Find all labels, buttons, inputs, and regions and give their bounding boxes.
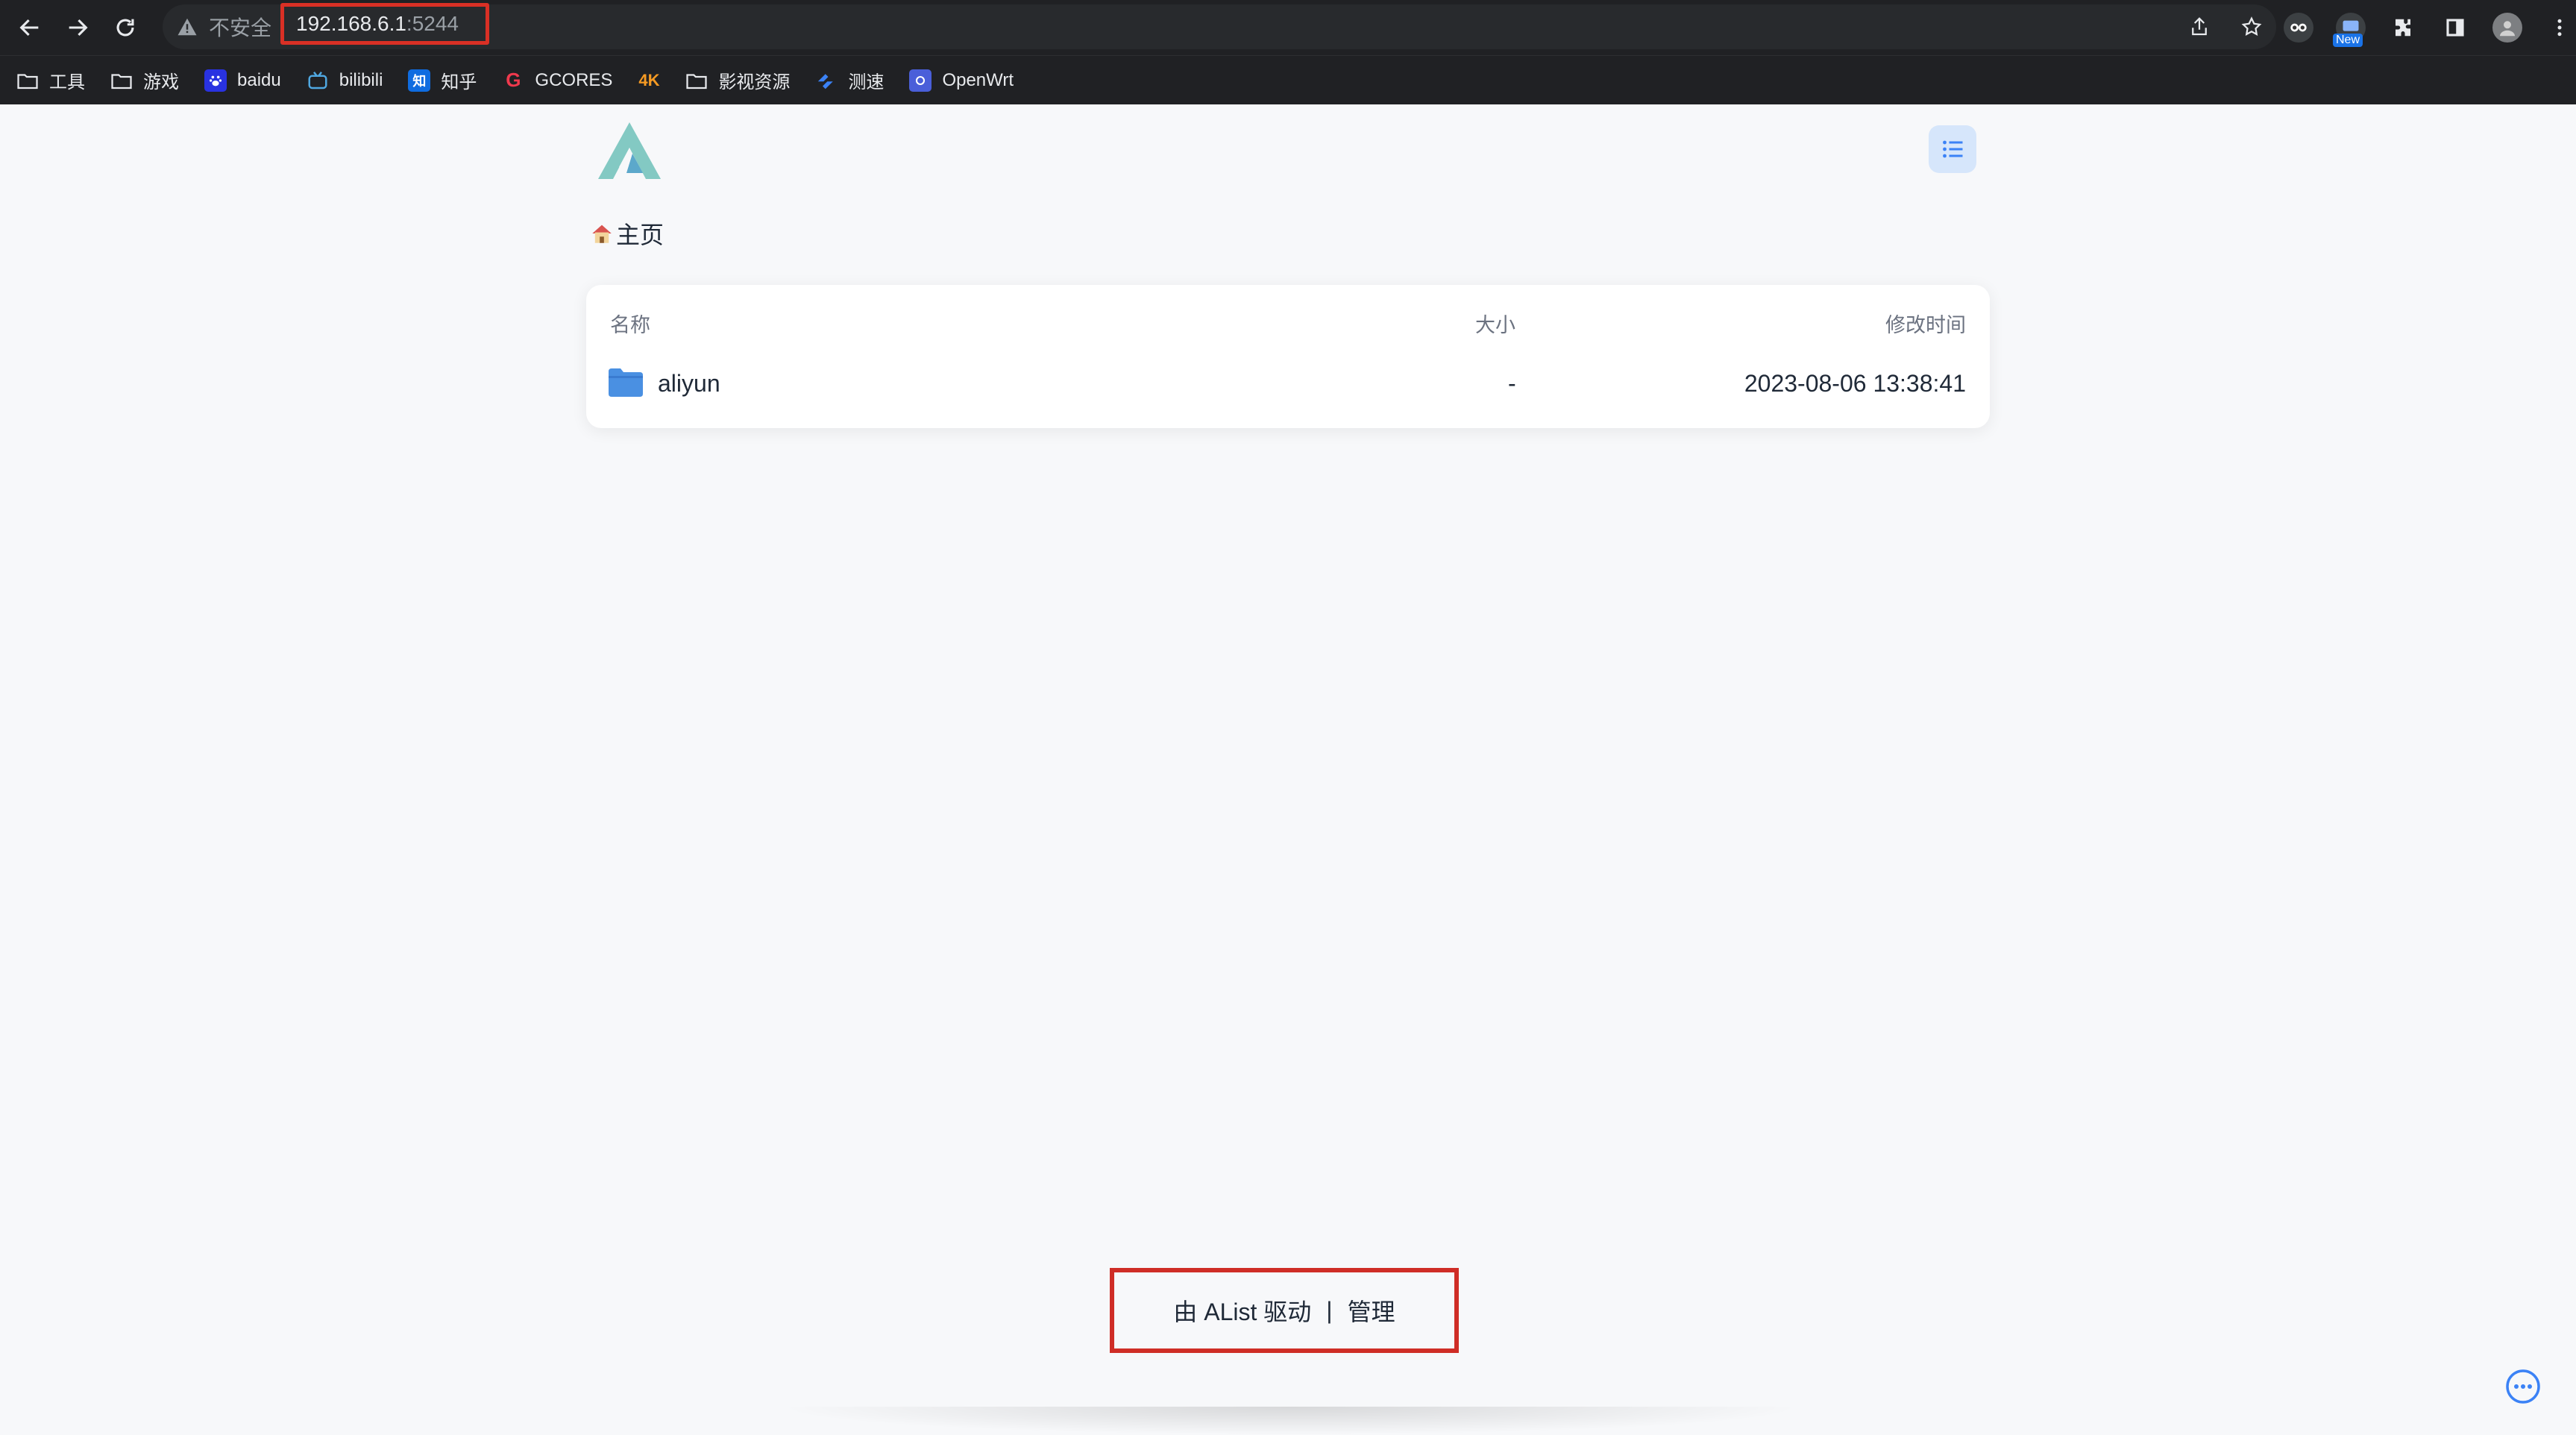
new-badge: New <box>2333 34 2363 47</box>
side-panel-icon[interactable] <box>2440 13 2470 43</box>
bookmark-label: 测速 <box>848 72 885 92</box>
file-name[interactable]: aliyun <box>658 370 720 398</box>
profile-avatar[interactable] <box>2492 13 2522 43</box>
bookmark-openwrt[interactable]: OpenWrt <box>909 64 1014 97</box>
more-options-icon[interactable] <box>2504 1368 2542 1405</box>
column-header-modified[interactable]: 修改时间 <box>1885 309 1966 338</box>
gcores-icon: G <box>506 69 521 91</box>
bookmark-gcores[interactable]: G GCORES <box>502 64 612 97</box>
bookmark-label: 工具 <box>49 72 85 92</box>
column-header-name[interactable]: 名称 <box>610 309 650 338</box>
powered-by-link[interactable]: 由 AList 驱动 <box>1173 1293 1311 1328</box>
bottom-shadow <box>776 1407 1805 1435</box>
alist-logo-icon[interactable] <box>594 119 665 182</box>
bookmark-label: 影视资源 <box>718 72 791 92</box>
list-icon <box>1943 140 1963 158</box>
bookmark-tools[interactable]: 工具 <box>16 64 85 97</box>
bookmark-baidu[interactable]: baidu <box>204 64 281 97</box>
breadcrumb: 主页 <box>589 216 664 251</box>
arrow-left-icon <box>19 19 39 37</box>
file-list-card: 名称 大小 修改时间 aliyun - 2023-08-06 13:38:41 <box>586 285 1990 428</box>
footer: 由 AList 驱动 | 管理 <box>1110 1268 1459 1353</box>
bookmark-bilibili[interactable]: bilibili <box>307 64 383 97</box>
bookmark-label: baidu <box>237 69 281 90</box>
bookmark-label: OpenWrt <box>942 69 1014 90</box>
footer-separator: | <box>1326 1296 1333 1324</box>
bilibili-tv-icon <box>308 71 327 89</box>
url-port: :5244 <box>406 12 459 35</box>
url-text[interactable]: 192.168.6.1:5244 <box>280 3 489 45</box>
layout-toggle-button[interactable] <box>1929 125 1976 173</box>
reload-button[interactable] <box>101 0 149 55</box>
extension-owl-icon[interactable] <box>2284 13 2313 43</box>
extensions-puzzle-icon[interactable] <box>2388 13 2418 43</box>
speedtest-icon <box>818 73 834 89</box>
folder-icon <box>111 73 132 89</box>
4k-icon: 4K <box>638 70 660 90</box>
bookmark-label: bilibili <box>339 69 383 90</box>
column-header-size[interactable]: 大小 <box>1475 309 1515 338</box>
openwrt-icon <box>909 69 932 92</box>
bookmark-games[interactable]: 游戏 <box>110 64 179 97</box>
url-host: 192.168.6.1 <box>296 12 406 35</box>
bookmarks-bar: 工具 游戏 baidu bilibili 知 知乎 G GCORES 4K 影视… <box>0 55 2576 104</box>
baidu-paw-icon <box>204 69 227 92</box>
insecure-label: 不安全 <box>209 16 272 40</box>
bookmark-label: 知乎 <box>441 72 477 92</box>
bookmark-4k[interactable]: 4K <box>638 64 660 97</box>
extension-new-icon[interactable]: New <box>2333 13 2366 47</box>
back-button[interactable] <box>6 0 54 55</box>
manage-link[interactable]: 管理 <box>1348 1293 1395 1328</box>
file-modified: 2023-08-06 13:38:41 <box>1744 370 1966 397</box>
house-icon <box>592 224 612 243</box>
zhihu-icon: 知 <box>408 69 431 92</box>
forward-button[interactable] <box>54 0 101 55</box>
table-row[interactable]: aliyun - 2023-08-06 13:38:41 <box>586 354 1990 413</box>
bookmark-label: GCORES <box>535 69 613 90</box>
folder-icon <box>609 368 643 397</box>
bookmark-label: 游戏 <box>143 72 179 92</box>
breadcrumb-home[interactable]: 主页 <box>616 216 664 251</box>
folder-icon <box>686 73 708 89</box>
share-icon[interactable] <box>2188 16 2211 38</box>
file-size: - <box>1508 370 1516 397</box>
menu-kebab-icon[interactable] <box>2545 13 2575 43</box>
bookmark-star-icon[interactable] <box>2240 16 2263 38</box>
bookmark-video-resources[interactable]: 影视资源 <box>685 64 790 97</box>
reload-icon <box>116 19 134 37</box>
bookmark-speedtest[interactable]: 测速 <box>815 64 884 97</box>
address-bar[interactable]: 不安全 192.168.6.1:5244 <box>163 3 2276 49</box>
browser-toolbar: 不安全 192.168.6.1:5244 New <box>0 0 2576 55</box>
warning-icon <box>178 18 197 36</box>
folder-icon <box>17 73 38 89</box>
arrow-right-icon <box>69 19 88 37</box>
bookmark-zhihu[interactable]: 知 知乎 <box>408 64 477 97</box>
